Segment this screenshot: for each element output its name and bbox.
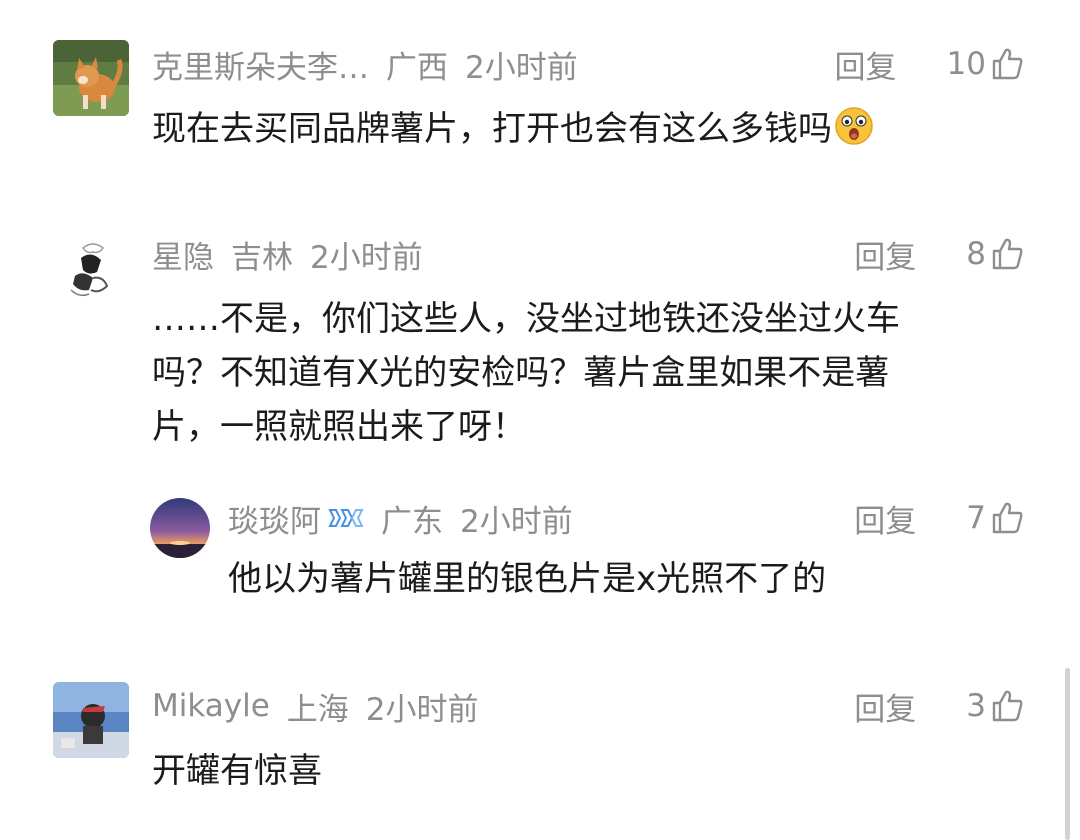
reply-meta: 琰琰阿 广东 2小时前 (228, 494, 590, 542)
comment-line: 片，一照就照出来了呀！ (152, 407, 526, 447)
author-name[interactable]: 克里斯朵夫李… (152, 42, 369, 87)
location: 广东 (381, 503, 443, 540)
reply-button[interactable]: 回复 (854, 232, 916, 277)
sunset-avatar-icon (150, 498, 210, 558)
author-name[interactable]: 琰琰阿 (228, 496, 321, 541)
timestamp: 2小时前 (465, 49, 578, 86)
reply-text: 他以为薯片罐里的银色片是x光照不了的 (228, 559, 827, 599)
thumb-up-icon[interactable] (990, 689, 1024, 723)
comment-text: 现在去买同品牌薯片，打开也会有这么多钱吗 (152, 102, 874, 156)
comment-meta: Mikayle 上海 2小时前 (152, 682, 496, 730)
reply-item: 琰琰阿 广东 2小时前 回复 7 他以为薯片罐里的银色片是x光照不了的 (0, 490, 1080, 620)
comment-line: 吗？不知道有X光的安检吗？薯片盒里如果不是薯 (152, 353, 890, 393)
comment-text: 开罐有惊喜 (152, 751, 322, 791)
reply-actions: 回复 7 (854, 494, 1024, 542)
comment-actions: 回复 8 (854, 230, 1024, 278)
comment-meta: 星隐 吉林 2小时前 (152, 230, 440, 278)
comment-item: 克里斯朵夫李… 广西 2小时前 回复 10 现在去买同品牌薯片，打开也会有这么多… (0, 0, 1080, 190)
thumb-up-icon[interactable] (990, 501, 1024, 535)
scrollbar[interactable] (1065, 668, 1070, 840)
location: 吉林 (231, 239, 293, 276)
reply-button[interactable]: 回复 (854, 496, 916, 541)
like-count: 10 (946, 46, 986, 82)
thumb-up-icon[interactable] (990, 47, 1024, 81)
reply-button[interactable]: 回复 (854, 684, 916, 729)
thumb-up-icon[interactable] (990, 237, 1024, 271)
like-count: 8 (966, 236, 986, 272)
like-count: 3 (966, 688, 986, 724)
avatar[interactable] (150, 498, 210, 558)
avatar[interactable] (53, 232, 129, 308)
like-count: 7 (966, 500, 986, 536)
surprised-face-icon (835, 107, 873, 145)
author-name[interactable]: 星隐 (152, 232, 214, 277)
comment-text: ……不是，你们这些人，没坐过地铁还没坐过火车 吗？不知道有X光的安检吗？薯片盒里… (152, 292, 900, 454)
vip-badge-icon (328, 509, 364, 527)
author-name[interactable]: Mikayle (152, 688, 270, 724)
cat-avatar-icon (53, 40, 129, 116)
timestamp: 2小时前 (365, 691, 479, 728)
comment-body: 现在去买同品牌薯片，打开也会有这么多钱吗 (152, 109, 832, 149)
comment-line: ……不是，你们这些人，没坐过地铁还没坐过火车 (152, 299, 900, 339)
photo-avatar-icon (53, 682, 129, 758)
comment-actions: 回复 3 (854, 682, 1024, 730)
avatar[interactable] (53, 40, 129, 116)
location: 上海 (286, 691, 349, 728)
location: 广西 (386, 49, 448, 86)
reply-button[interactable]: 回复 (835, 42, 897, 87)
comment-meta: 克里斯朵夫李… 广西 2小时前 (152, 40, 595, 88)
avatar[interactable] (53, 682, 129, 758)
comment-item: Mikayle 上海 2小时前 回复 3 开罐有惊喜 (0, 660, 1080, 840)
comment-actions: 回复 10 (835, 40, 1024, 88)
comment-item: 星隐 吉林 2小时前 回复 8 ……不是，你们这些人，没坐过地铁还没坐过火车 吗… (0, 190, 1080, 660)
sketch-avatar-icon (54, 233, 128, 307)
timestamp: 2小时前 (310, 239, 423, 276)
timestamp: 2小时前 (460, 503, 573, 540)
